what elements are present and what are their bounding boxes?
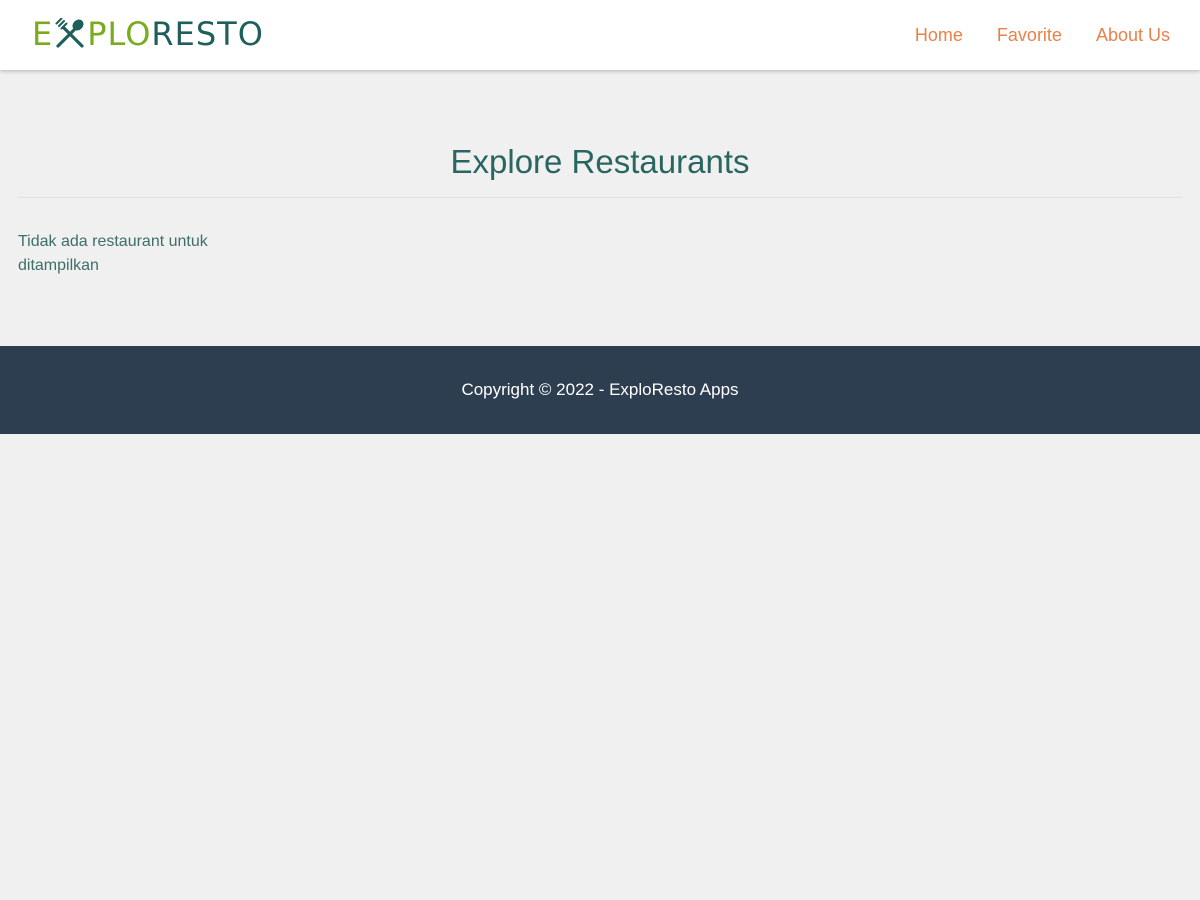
nav-favorite-link[interactable]: Favorite — [997, 25, 1062, 46]
logo[interactable]: E PLO RESTO — [32, 16, 264, 52]
logo-text-plo: PLO — [87, 15, 152, 53]
logo-text-resto: RESTO — [151, 15, 264, 53]
empty-restaurants-message: Tidak ada restaurant untuk ditampilkan — [18, 233, 208, 274]
main-nav: Home Favorite About Us — [881, 0, 1170, 70]
page-title: Explore Restaurants — [450, 143, 750, 180]
logo-text: E PLO RESTO — [32, 16, 264, 52]
logo-letter-e: E — [32, 15, 54, 53]
nav-about-us-link[interactable]: About Us — [1096, 25, 1170, 46]
main-content: Explore Restaurants Tidak ada restaurant… — [18, 70, 1182, 345]
footer: Copyright © 2022 - ExploResto Apps — [0, 346, 1200, 434]
nav-home-link[interactable]: Home — [915, 25, 963, 46]
app-header: E PLO RESTO Home Favorite About Us — [0, 0, 1200, 70]
fork-spoon-icon — [55, 18, 84, 48]
title-divider — [18, 197, 1182, 198]
footer-copyright: Copyright © 2022 - ExploResto Apps — [461, 380, 739, 399]
